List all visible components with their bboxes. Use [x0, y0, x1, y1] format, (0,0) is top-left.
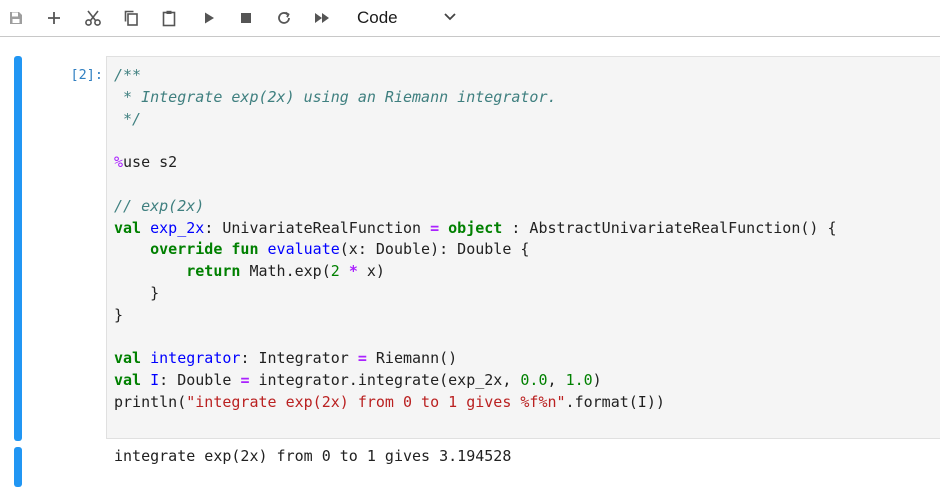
save-icon[interactable] [2, 4, 30, 32]
brace-close: } [114, 305, 124, 324]
operator-eq: = [357, 349, 367, 368]
line-comment: // exp(2x) [114, 196, 205, 215]
cell-type-dropdown[interactable]: Code [352, 4, 462, 32]
code-text: : AbstractUnivariateRealFunction() { [502, 218, 837, 237]
code-text: Riemann() [366, 349, 458, 368]
fast-forward-icon[interactable] [308, 4, 336, 32]
code-text: x) [357, 262, 385, 281]
cut-icon[interactable] [79, 4, 107, 32]
code-text: println( [114, 392, 187, 411]
keyword-fun: fun [231, 240, 259, 259]
operator-star: * [348, 262, 358, 281]
code-text: (x: Double): Double { [339, 240, 530, 259]
number-literal: 1.0 [565, 371, 593, 390]
stop-icon[interactable] [232, 4, 260, 32]
identifier-I: I [150, 371, 160, 390]
cell-type-label: Code [357, 8, 398, 27]
identifier-integrator: integrator [150, 349, 241, 368]
doc-comment-line-1: /** [114, 66, 142, 84]
doc-comment-line-3: */ [114, 109, 142, 128]
paste-icon[interactable] [155, 4, 183, 32]
code-editor[interactable]: /** * Integrate exp(2x) using an Riemann… [106, 56, 940, 439]
cell-selection-bar[interactable] [14, 56, 22, 441]
brace-close: } [114, 283, 160, 302]
keyword-val: val [114, 218, 142, 237]
string-literal: "integrate exp(2x) from 0 to 1 gives %f%… [186, 392, 566, 411]
identifier-exp2x: exp_2x [150, 218, 205, 237]
keyword-val: val [114, 349, 142, 368]
cell-output: integrate exp(2x) from 0 to 1 gives 3.19… [114, 447, 512, 465]
doc-comment-line-2: * Integrate exp(2x) using an Riemann int… [114, 87, 557, 106]
code-content: /** * Integrate exp(2x) using an Riemann… [114, 65, 836, 414]
notebook-toolbar: Code [0, 0, 940, 37]
magic-command: use s2 [123, 153, 178, 172]
magic-symbol: % [114, 153, 124, 172]
chevron-down-icon [444, 13, 456, 21]
cell-prompt: [2]: [70, 67, 103, 83]
run-icon[interactable] [195, 4, 223, 32]
number-literal: 0.0 [520, 371, 548, 390]
copy-icon[interactable] [117, 4, 145, 32]
keyword-val: val [114, 371, 142, 390]
code-text: .format(I)) [565, 392, 665, 411]
output-collapse-bar[interactable] [14, 447, 22, 487]
code-text: Math.exp( [240, 262, 331, 281]
code-text: ) [592, 371, 602, 390]
code-text: integrator.integrate(exp_2x, [249, 371, 521, 390]
code-text: : Double [159, 371, 241, 390]
code-text: : Integrator [240, 349, 358, 368]
identifier-evaluate: evaluate [267, 240, 340, 259]
keyword-override: override [150, 240, 223, 259]
number-literal: 2 [330, 262, 340, 281]
add-icon[interactable] [40, 4, 68, 32]
keyword-return: return [186, 262, 241, 281]
operator-eq: = [430, 218, 440, 237]
keyword-object: object [448, 218, 503, 237]
code-text: , [547, 371, 566, 390]
restart-icon[interactable] [270, 4, 298, 32]
code-text: : UnivariateRealFunction [204, 218, 431, 237]
